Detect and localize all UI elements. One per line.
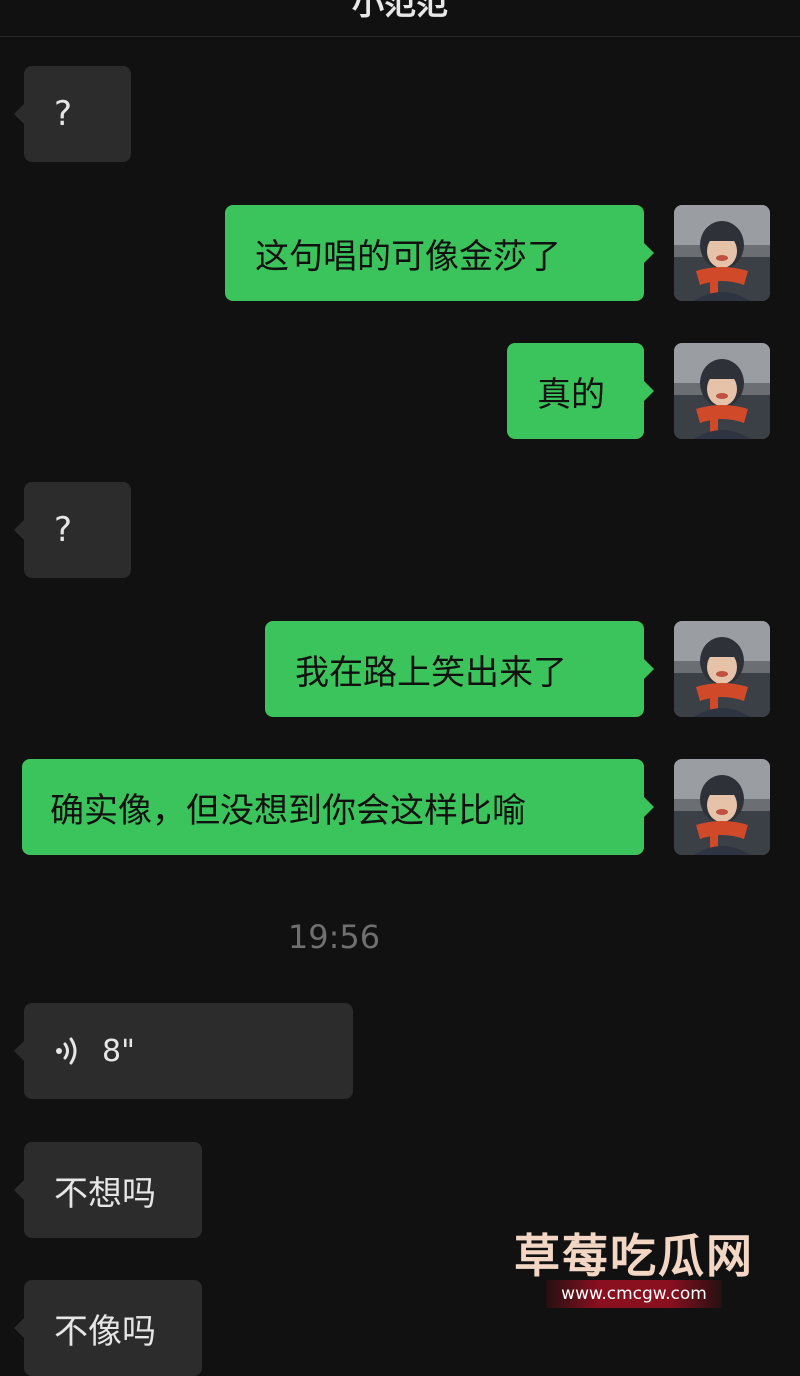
avatar-photo — [674, 759, 770, 855]
message-text: ? — [54, 510, 73, 550]
message-text: 确实像，但没想到你会这样比喻 — [50, 790, 526, 831]
avatar-photo — [674, 205, 770, 301]
avatar-photo — [674, 343, 770, 439]
message-bubble-incoming[interactable]: ? — [14, 66, 131, 162]
voice-duration: 8" — [102, 1033, 135, 1069]
avatar[interactable] — [674, 343, 770, 439]
message-bubble-incoming[interactable]: ? — [14, 482, 131, 578]
message-timestamp: 19:56 — [287, 918, 381, 956]
chat-header: 小范范 — [0, 0, 800, 37]
avatar[interactable] — [674, 205, 770, 301]
message-text: 不像吗 — [54, 1311, 156, 1352]
avatar-photo — [674, 621, 770, 717]
voice-wave-icon — [54, 1035, 82, 1067]
avatar[interactable] — [674, 621, 770, 717]
message-bubble-outgoing[interactable]: 确实像，但没想到你会这样比喻 — [22, 759, 654, 855]
message-bubble-incoming[interactable]: 不想吗 — [14, 1142, 202, 1238]
watermark: 草莓吃瓜网 www.cmcgw.com — [500, 1210, 770, 1320]
message-text: 不想吗 — [54, 1173, 156, 1214]
message-bubble-outgoing[interactable]: 这句唱的可像金莎了 — [225, 205, 654, 301]
voice-message-bubble[interactable]: 8" — [14, 1003, 353, 1099]
chat-title: 小范范 — [351, 0, 448, 22]
message-text: 真的 — [537, 374, 605, 415]
avatar[interactable] — [674, 759, 770, 855]
message-text: 这句唱的可像金莎了 — [255, 236, 561, 277]
message-text: 我在路上笑出来了 — [295, 652, 567, 693]
message-bubble-outgoing[interactable]: 真的 — [507, 343, 654, 439]
watermark-title: 草莓吃瓜网 — [514, 1229, 754, 1283]
message-text: ? — [54, 94, 73, 134]
message-bubble-incoming[interactable]: 不像吗 — [14, 1280, 202, 1376]
message-bubble-outgoing[interactable]: 我在路上笑出来了 — [265, 621, 654, 717]
watermark-url: www.cmcgw.com — [546, 1280, 722, 1308]
